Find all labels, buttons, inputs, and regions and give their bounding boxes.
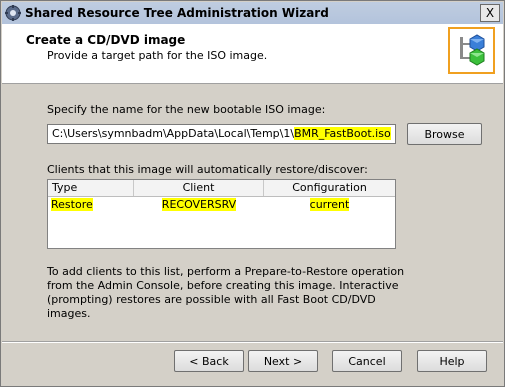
cancel-button[interactable]: Cancel [332, 350, 402, 372]
next-button[interactable]: Next > [248, 350, 318, 372]
cancel-button-label: Cancel [348, 354, 386, 368]
iso-path-input[interactable]: C:\Users\symnbadm\AppData\Local\Temp\1\B… [47, 124, 396, 144]
iso-path-filename: BMR_FastBoot.iso [294, 127, 391, 140]
wizard-window: Shared Resource Tree Administration Wiza… [0, 0, 505, 387]
app-icon [5, 5, 21, 21]
wizard-header: Create a CD/DVD image Provide a target p… [2, 24, 503, 84]
disc-stack-icon [460, 34, 485, 66]
footer-divider [2, 341, 503, 343]
row-type: Restore [51, 198, 93, 211]
title-bar[interactable]: Shared Resource Tree Administration Wiza… [2, 2, 503, 24]
cell-client: RECOVERSRV [134, 197, 264, 213]
info-text: To add clients to this list, perform a P… [47, 265, 405, 320]
help-button-label: Help [439, 354, 465, 368]
close-button[interactable]: X [480, 4, 500, 22]
cell-type: Restore [48, 197, 134, 213]
browse-button-label: Browse [424, 127, 465, 141]
iso-path-prefix: C:\Users\symnbadm\AppData\Local\Temp\1\ [52, 127, 295, 140]
wizard-content: Specify the name for the new bootable IS… [2, 84, 503, 336]
row-configuration: current [309, 198, 350, 211]
wizard-logo [448, 27, 495, 74]
column-header-configuration[interactable]: Configuration [264, 180, 395, 196]
browse-button[interactable]: Browse [407, 123, 482, 145]
back-button-label: < Back [189, 354, 229, 368]
next-button-label: Next > [263, 354, 303, 368]
clients-list[interactable]: Type Client Configuration Restore RECOVE… [47, 179, 396, 249]
clients-label: Clients that this image will automatical… [47, 163, 368, 176]
table-row[interactable]: Restore RECOVERSRV current [48, 197, 395, 213]
column-header-type[interactable]: Type [48, 180, 134, 196]
close-icon: X [485, 6, 495, 20]
page-subtitle: Provide a target path for the ISO image. [47, 49, 268, 62]
help-button[interactable]: Help [417, 350, 487, 372]
window-title: Shared Resource Tree Administration Wiza… [25, 6, 329, 20]
back-button[interactable]: < Back [174, 350, 244, 372]
page-title: Create a CD/DVD image [26, 33, 186, 47]
row-client: RECOVERSRV [161, 198, 237, 211]
column-header-client[interactable]: Client [134, 180, 264, 196]
iso-name-label: Specify the name for the new bootable IS… [47, 103, 326, 116]
clients-list-header: Type Client Configuration [48, 180, 395, 197]
cell-configuration: current [264, 197, 395, 213]
